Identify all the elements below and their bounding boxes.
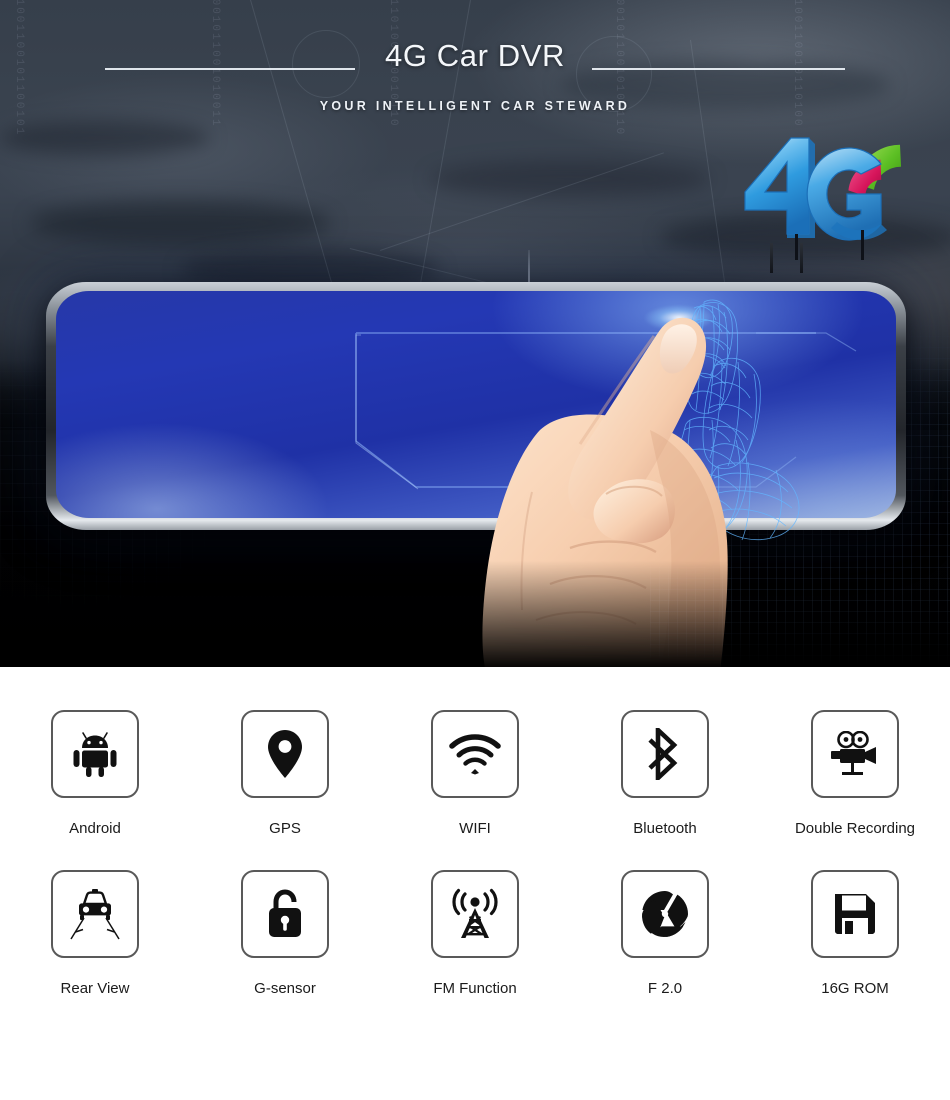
radio-tower-icon — [452, 888, 498, 938]
feature-rom[interactable]: 16G ROM — [760, 870, 950, 997]
feature-icon-box[interactable] — [241, 870, 329, 958]
feature-aperture[interactable]: F 2.0 — [570, 870, 760, 997]
android-icon — [73, 732, 117, 777]
feature-gps[interactable]: GPS — [190, 710, 380, 837]
page-title: 4G Car DVR — [385, 38, 565, 73]
feature-label: FM Function — [433, 980, 517, 997]
padlock-icon — [269, 889, 301, 937]
feature-label: Double Recording — [794, 820, 916, 837]
rear-view-car-icon — [70, 889, 120, 940]
feature-label: Rear View — [60, 980, 130, 997]
gps-pin-icon — [268, 730, 302, 778]
feature-row-1: Android GPS WIFI Bluetooth Double Record… — [0, 710, 950, 837]
feature-icon-box[interactable] — [811, 870, 899, 958]
feature-label: WIFI — [459, 820, 491, 837]
camera-aperture-icon — [642, 891, 688, 937]
bluetooth-icon — [648, 728, 678, 780]
feature-double-recording[interactable]: Double Recording — [760, 710, 950, 837]
pointing-hand — [482, 317, 728, 667]
feature-label: 16G ROM — [821, 980, 889, 997]
antenna-rod — [528, 250, 530, 284]
feature-label: Android — [69, 820, 121, 837]
cloud — [30, 200, 330, 246]
feature-android[interactable]: Android — [0, 710, 190, 837]
feature-icon-box[interactable] — [51, 710, 139, 798]
hero-section: 01001100101100101 1001011001010011 01101… — [0, 0, 950, 667]
features-section: Android GPS WIFI Bluetooth Double Record… — [0, 667, 950, 1100]
feature-row-2: Rear View G-sensor FM Function F 2.0 16G… — [0, 870, 950, 997]
feature-g-sensor[interactable]: G-sensor — [190, 870, 380, 997]
feature-icon-box[interactable] — [431, 870, 519, 958]
feature-label: GPS — [269, 820, 301, 837]
feature-icon-box[interactable] — [51, 870, 139, 958]
movie-camera-icon — [831, 731, 876, 775]
cloud — [0, 120, 210, 156]
feature-label: Bluetooth — [633, 820, 697, 837]
feature-icon-box[interactable] — [621, 870, 709, 958]
page-subtitle: YOUR INTELLIGENT CAR STEWARD — [319, 99, 631, 113]
feature-label: F 2.0 — [647, 980, 683, 997]
feature-icon-box[interactable] — [431, 710, 519, 798]
logo-4g — [735, 130, 935, 265]
floppy-disk-icon — [835, 894, 875, 934]
feature-bluetooth[interactable]: Bluetooth — [570, 710, 760, 837]
feature-wifi[interactable]: WIFI — [380, 710, 570, 837]
feature-label: G-sensor — [254, 980, 316, 997]
wifi-icon — [449, 734, 501, 775]
feature-rear-view[interactable]: Rear View — [0, 870, 190, 997]
feature-icon-box[interactable] — [241, 710, 329, 798]
feature-fm-function[interactable]: FM Function — [380, 870, 570, 997]
cloud — [430, 160, 710, 198]
feature-icon-box[interactable] — [811, 710, 899, 798]
product-banner: 01001100101100101 1001011001010011 01101… — [0, 0, 950, 1100]
feature-icon-box[interactable] — [621, 710, 709, 798]
